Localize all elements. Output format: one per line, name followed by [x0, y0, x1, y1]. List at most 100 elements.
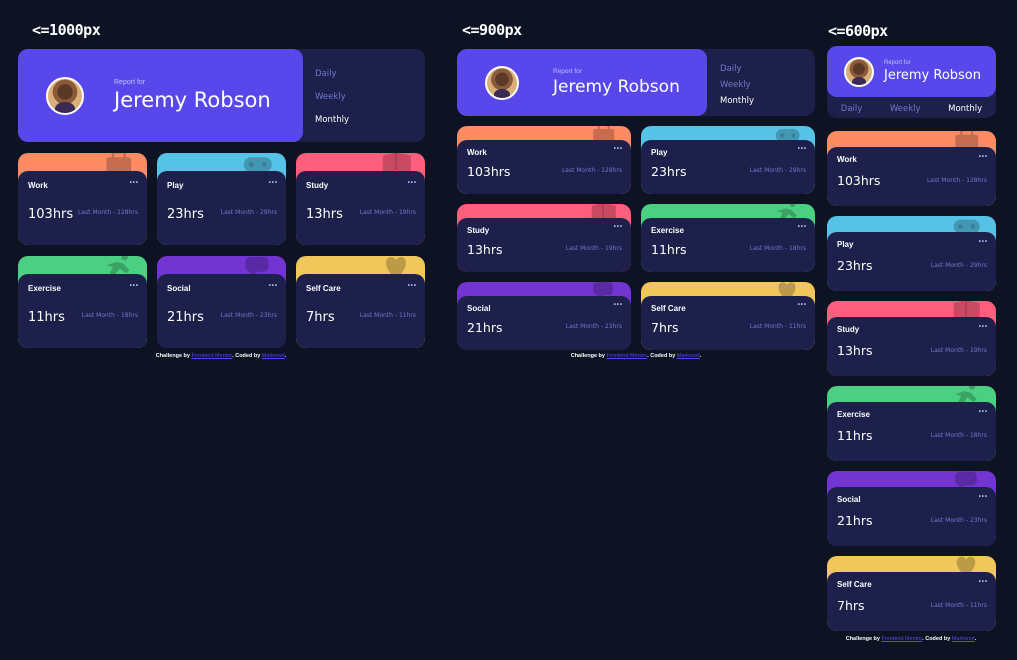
card-previous: Last Month - 29hrs: [220, 209, 277, 216]
card-body[interactable]: Social ••• 21hrs Last Month - 23hrs: [827, 487, 996, 546]
card-menu-button[interactable]: •••: [614, 302, 623, 308]
period-monthly-tab[interactable]: Monthly: [720, 96, 754, 106]
card-body[interactable]: Study ••• 13hrs Last Month - 19hrs: [457, 218, 631, 272]
card-hours: 21hrs: [167, 310, 204, 325]
author-link[interactable]: Markonet: [262, 353, 285, 359]
period-monthly-tab[interactable]: Monthly: [315, 115, 349, 125]
activity-card-social[interactable]: Social ••• 21hrs Last Month - 23hrs: [827, 471, 996, 546]
attribution: Challenge by Frontend Mentor. Coded by M…: [846, 636, 977, 642]
activity-card-work[interactable]: Work ••• 103hrs Last Month - 128hrs: [827, 131, 996, 206]
report-for-label: Report for: [114, 79, 146, 86]
profile-text: Report for Jeremy Robson: [553, 68, 680, 97]
card-previous: Last Month - 18hrs: [749, 245, 806, 252]
card-body[interactable]: Play ••• 23hrs Last Month - 29hrs: [827, 232, 996, 291]
frontend-mentor-link[interactable]: Frontend Mentor: [191, 353, 232, 359]
activity-card-play[interactable]: Play ••• 23hrs Last Month - 29hrs: [641, 126, 815, 194]
period-daily-tab[interactable]: Daily: [720, 64, 754, 74]
card-body[interactable]: Social ••• 21hrs Last Month - 23hrs: [457, 296, 631, 350]
activity-card-self-care[interactable]: Self Care ••• 7hrs Last Month - 11hrs: [641, 282, 815, 350]
card-body[interactable]: Work ••• 103hrs Last Month - 128hrs: [827, 147, 996, 206]
activity-card-play[interactable]: Play ••• 23hrs Last Month - 29hrs: [827, 216, 996, 291]
activity-card-study[interactable]: Study ••• 13hrs Last Month - 19hrs: [457, 204, 631, 272]
card-body[interactable]: Study ••• 13hrs Last Month - 19hrs: [296, 171, 425, 245]
card-previous: Last Month - 11hrs: [930, 602, 987, 609]
activity-card-study[interactable]: Study ••• 13hrs Last Month - 19hrs: [296, 153, 425, 245]
period-daily-tab[interactable]: Daily: [315, 69, 349, 79]
card-hours: 23hrs: [837, 258, 873, 273]
card-body[interactable]: Play ••• 23hrs Last Month - 29hrs: [157, 171, 286, 245]
frontend-mentor-link[interactable]: Frontend Mentor: [881, 636, 922, 642]
card-menu-button[interactable]: •••: [979, 494, 988, 500]
period-weekly-tab[interactable]: Weekly: [315, 92, 349, 102]
card-title: Exercise: [837, 410, 870, 419]
activity-card-social[interactable]: Social ••• 21hrs Last Month - 23hrs: [157, 256, 286, 348]
card-title: Work: [837, 155, 857, 164]
card-title: Exercise: [651, 226, 684, 235]
card-menu-button[interactable]: •••: [979, 239, 988, 245]
card-title: Social: [467, 304, 491, 313]
card-body[interactable]: Exercise ••• 11hrs Last Month - 18hrs: [18, 274, 147, 348]
card-menu-button[interactable]: •••: [614, 224, 623, 230]
card-body[interactable]: Exercise ••• 11hrs Last Month - 18hrs: [641, 218, 815, 272]
frontend-mentor-link[interactable]: Frontend Mentor: [606, 353, 647, 359]
card-menu-button[interactable]: •••: [979, 409, 988, 415]
card-menu-button[interactable]: •••: [408, 283, 417, 289]
user-name: Jeremy Robson: [114, 88, 271, 112]
activity-card-exercise[interactable]: Exercise ••• 11hrs Last Month - 18hrs: [641, 204, 815, 272]
activity-card-exercise[interactable]: Exercise ••• 11hrs Last Month - 18hrs: [18, 256, 147, 348]
card-previous: Last Month - 19hrs: [930, 347, 987, 354]
card-body[interactable]: Exercise ••• 11hrs Last Month - 18hrs: [827, 402, 996, 461]
card-body[interactable]: Work ••• 103hrs Last Month - 128hrs: [457, 140, 631, 194]
period-monthly-tab[interactable]: Monthly: [948, 104, 982, 114]
card-title: Study: [467, 226, 490, 235]
card-menu-button[interactable]: •••: [130, 180, 139, 186]
card-body[interactable]: Social ••• 21hrs Last Month - 23hrs: [157, 274, 286, 348]
card-previous: Last Month - 18hrs: [81, 312, 138, 319]
card-hours: 103hrs: [28, 207, 74, 222]
card-body[interactable]: Self Care ••• 7hrs Last Month - 11hrs: [641, 296, 815, 350]
profile-header: Report for Jeremy Robson: [827, 46, 996, 97]
attribution-suffix: .: [974, 636, 977, 642]
card-menu-button[interactable]: •••: [130, 283, 139, 289]
activity-card-social[interactable]: Social ••• 21hrs Last Month - 23hrs: [457, 282, 631, 350]
card-hours: 13hrs: [306, 207, 343, 222]
card-body[interactable]: Work ••• 103hrs Last Month - 128hrs: [18, 171, 147, 245]
card-menu-button[interactable]: •••: [979, 579, 988, 585]
card-body[interactable]: Self Care ••• 7hrs Last Month - 11hrs: [827, 572, 996, 631]
card-menu-button[interactable]: •••: [614, 146, 623, 152]
attribution-suffix: .: [284, 353, 287, 359]
card-menu-button[interactable]: •••: [408, 180, 417, 186]
card-body[interactable]: Study ••• 13hrs Last Month - 19hrs: [827, 317, 996, 376]
period-selector: Daily Weekly Monthly: [720, 64, 754, 106]
attribution-prefix: Challenge by: [570, 353, 607, 359]
activity-card-study[interactable]: Study ••• 13hrs Last Month - 19hrs: [827, 301, 996, 376]
card-menu-button[interactable]: •••: [269, 283, 278, 289]
activity-card-play[interactable]: Play ••• 23hrs Last Month - 29hrs: [157, 153, 286, 245]
card-menu-button[interactable]: •••: [798, 224, 807, 230]
card-previous: Last Month - 19hrs: [565, 245, 622, 252]
card-title: Exercise: [28, 284, 61, 293]
author-link[interactable]: Markonet: [952, 636, 975, 642]
activity-card-self-care[interactable]: Self Care ••• 7hrs Last Month - 11hrs: [296, 256, 425, 348]
breakpoint-label-1000: <=1000px: [32, 21, 101, 39]
period-weekly-tab[interactable]: Weekly: [890, 104, 921, 114]
card-body[interactable]: Play ••• 23hrs Last Month - 29hrs: [641, 140, 815, 194]
attribution-middle: . Coded by: [922, 636, 952, 642]
activity-card-exercise[interactable]: Exercise ••• 11hrs Last Month - 18hrs: [827, 386, 996, 461]
activity-card-self-care[interactable]: Self Care ••• 7hrs Last Month - 11hrs: [827, 556, 996, 631]
period-weekly-tab[interactable]: Weekly: [720, 80, 754, 90]
card-menu-button[interactable]: •••: [979, 324, 988, 330]
card-menu-button[interactable]: •••: [798, 146, 807, 152]
attribution: Challenge by Frontend Mentor. Coded by M…: [156, 353, 287, 359]
attribution-prefix: Challenge by: [155, 353, 192, 359]
activity-card-work[interactable]: Work ••• 103hrs Last Month - 128hrs: [457, 126, 631, 194]
card-body[interactable]: Self Care ••• 7hrs Last Month - 11hrs: [296, 274, 425, 348]
card-title: Self Care: [306, 284, 341, 293]
activity-card-work[interactable]: Work ••• 103hrs Last Month - 128hrs: [18, 153, 147, 245]
card-menu-button[interactable]: •••: [798, 302, 807, 308]
card-menu-button[interactable]: •••: [269, 180, 278, 186]
author-link[interactable]: Markonet: [677, 353, 700, 359]
card-menu-button[interactable]: •••: [979, 154, 988, 160]
card-hours: 11hrs: [837, 428, 873, 443]
period-daily-tab[interactable]: Daily: [841, 104, 863, 114]
